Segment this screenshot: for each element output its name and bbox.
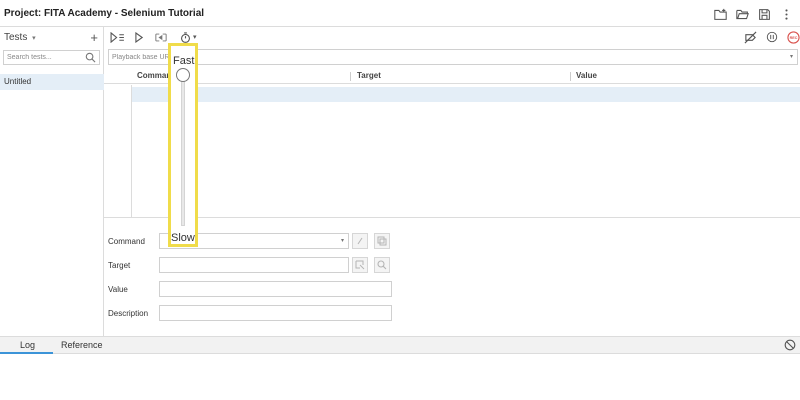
table-row[interactable] [132,87,800,102]
pause-on-exceptions-icon[interactable] [765,30,779,44]
speed-slow-label: Slow [171,232,195,244]
active-tab-indicator [0,352,53,354]
command-label: Command [108,237,145,246]
value-label: Value [108,285,128,294]
new-folder-icon[interactable] [712,6,728,22]
tests-header: Tests ▾ + [0,27,103,47]
disable-breakpoints-icon[interactable] [743,30,757,44]
run-all-tests-icon[interactable] [110,29,125,45]
step-over-icon[interactable] [155,29,167,45]
playback-base-url-field: ▾ [108,49,798,65]
target-input[interactable] [159,257,349,273]
value-input[interactable] [159,281,392,297]
column-divider [350,72,351,81]
chevron-down-icon[interactable]: ▾ [341,237,344,244]
main-toolbar: ▾ REC [104,27,800,47]
chevron-down-icon[interactable]: ▾ [790,53,793,60]
tests-dropdown[interactable]: Tests ▾ [4,32,36,43]
select-target-button[interactable] [352,257,368,273]
column-target: Target [357,71,381,80]
column-divider [570,72,571,81]
chevron-down-icon: ▾ [193,34,197,41]
bottom-panel-tabs: Log Reference [0,336,800,354]
run-current-test-icon[interactable] [135,29,144,45]
search-icon[interactable] [85,52,96,63]
playback-base-url-input[interactable] [109,50,769,64]
speed-fast-label: Fast [173,55,195,67]
speed-slider-track[interactable] [181,76,185,226]
more-vertical-icon[interactable] [778,6,794,22]
clear-log-icon[interactable] [784,339,796,351]
record-label: REC [789,35,797,39]
open-reference-button[interactable] [374,233,390,249]
title-actions [712,6,794,22]
description-input[interactable] [159,305,392,321]
search-tests-input[interactable] [4,51,84,64]
project-title: Project: FITA Academy - Selenium Tutoria… [4,7,205,19]
speed-slider-handle[interactable] [176,68,190,82]
row-number-gutter [131,85,132,218]
chevron-down-icon: ▾ [32,34,36,42]
comment-button[interactable] [352,233,368,249]
add-test-button[interactable]: + [90,30,98,45]
record-icon[interactable]: REC [786,30,800,44]
test-item-untitled[interactable]: Untitled [0,74,104,90]
commands-table-header: Command Target Value [104,69,800,84]
open-folder-icon[interactable] [734,6,750,22]
speed-slider-popover: Fast Slow [168,43,198,247]
tests-label: Tests [4,31,28,43]
column-value: Value [576,71,597,80]
description-label: Description [108,309,149,318]
save-icon[interactable] [756,6,772,22]
tab-reference[interactable]: Reference [61,340,103,350]
commands-table-body [104,85,800,218]
tests-panel: Tests ▾ + Untitled [0,27,104,336]
find-target-button[interactable] [374,257,390,273]
title-bar: Project: FITA Academy - Selenium Tutoria… [0,0,800,27]
search-tests-box [3,50,100,65]
target-label: Target [108,261,131,270]
tab-log[interactable]: Log [20,340,35,350]
